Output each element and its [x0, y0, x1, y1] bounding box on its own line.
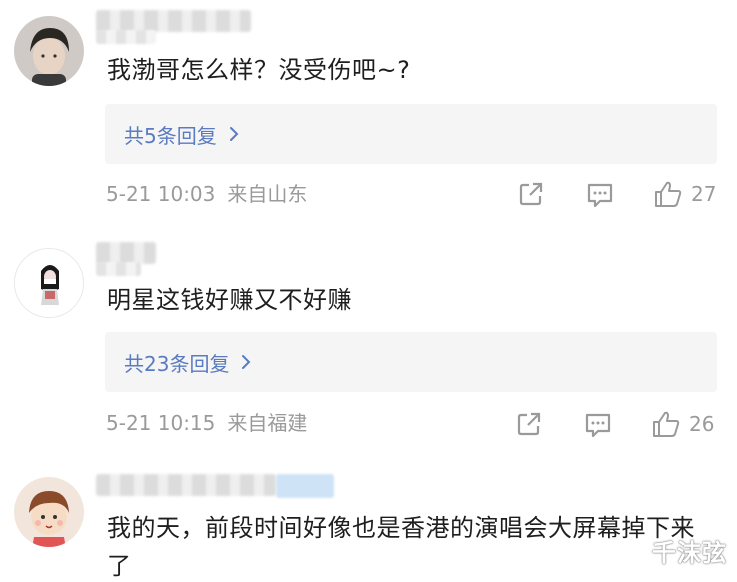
share-icon — [519, 182, 543, 206]
timestamp: 5-21 10:03 — [106, 182, 216, 206]
share-button[interactable] — [516, 411, 542, 437]
avatar[interactable] — [14, 248, 84, 318]
comment-item-2: 明星这钱好赚又不好赚 共23条回复 5-21 10:15 来自福建 26 — [0, 230, 737, 460]
like-button[interactable]: 27 — [653, 180, 716, 208]
username-blurred[interactable] — [96, 474, 276, 496]
comment-text: 我渤哥怎么样？没受伤吧~? — [107, 56, 411, 84]
view-replies-button[interactable]: 共23条回复 — [105, 332, 717, 392]
username-blurred[interactable] — [96, 242, 156, 264]
reply-count-label: 共23条回复 — [124, 351, 230, 376]
avatar[interactable] — [14, 16, 84, 86]
comment-text: 明星这钱好赚又不好赚 — [107, 286, 352, 314]
comment-item-1: 我渤哥怎么样？没受伤吧~? 共5条回复 5-21 10:03 来自山东 27 — [0, 0, 737, 230]
share-icon — [517, 412, 541, 436]
comment-item-3: 我的天，前段时间好像也是香港的演唱会大屏幕掉下来了 — [0, 460, 737, 582]
reply-button[interactable] — [584, 412, 612, 438]
user-badge-blurred — [96, 30, 156, 44]
comment-icon — [585, 413, 611, 438]
share-button[interactable] — [518, 181, 544, 207]
comment-list: 我渤哥怎么样？没受伤吧~? 共5条回复 5-21 10:03 来自山东 27 明… — [0, 0, 737, 582]
comment-text: 我的天，前段时间好像也是香港的演唱会大屏幕掉下来了 — [107, 514, 695, 580]
reply-count-label: 共5条回复 — [124, 123, 217, 148]
like-count: 26 — [689, 412, 715, 436]
watermark: 千沫弦 — [652, 539, 727, 567]
location: 来自山东 — [227, 182, 308, 206]
thumbs-up-icon — [655, 181, 682, 207]
user-badge-blurred — [276, 474, 334, 498]
username-blurred[interactable] — [96, 10, 251, 32]
thumbs-up-icon — [653, 411, 680, 437]
view-replies-button[interactable]: 共5条回复 — [105, 104, 717, 164]
reply-button[interactable] — [586, 182, 614, 208]
comment-meta: 5-21 10:15 来自福建 — [106, 409, 307, 437]
like-count: 27 — [691, 182, 717, 206]
timestamp: 5-21 10:15 — [106, 411, 216, 435]
avatar[interactable] — [14, 477, 84, 547]
chevron-right-icon — [229, 127, 239, 141]
chevron-right-icon — [242, 355, 251, 369]
like-button[interactable]: 26 — [651, 410, 714, 438]
user-badge-blurred — [96, 262, 141, 276]
comment-meta: 5-21 10:03 来自山东 — [106, 180, 307, 208]
comment-icon — [587, 183, 613, 208]
location: 来自福建 — [227, 411, 308, 435]
